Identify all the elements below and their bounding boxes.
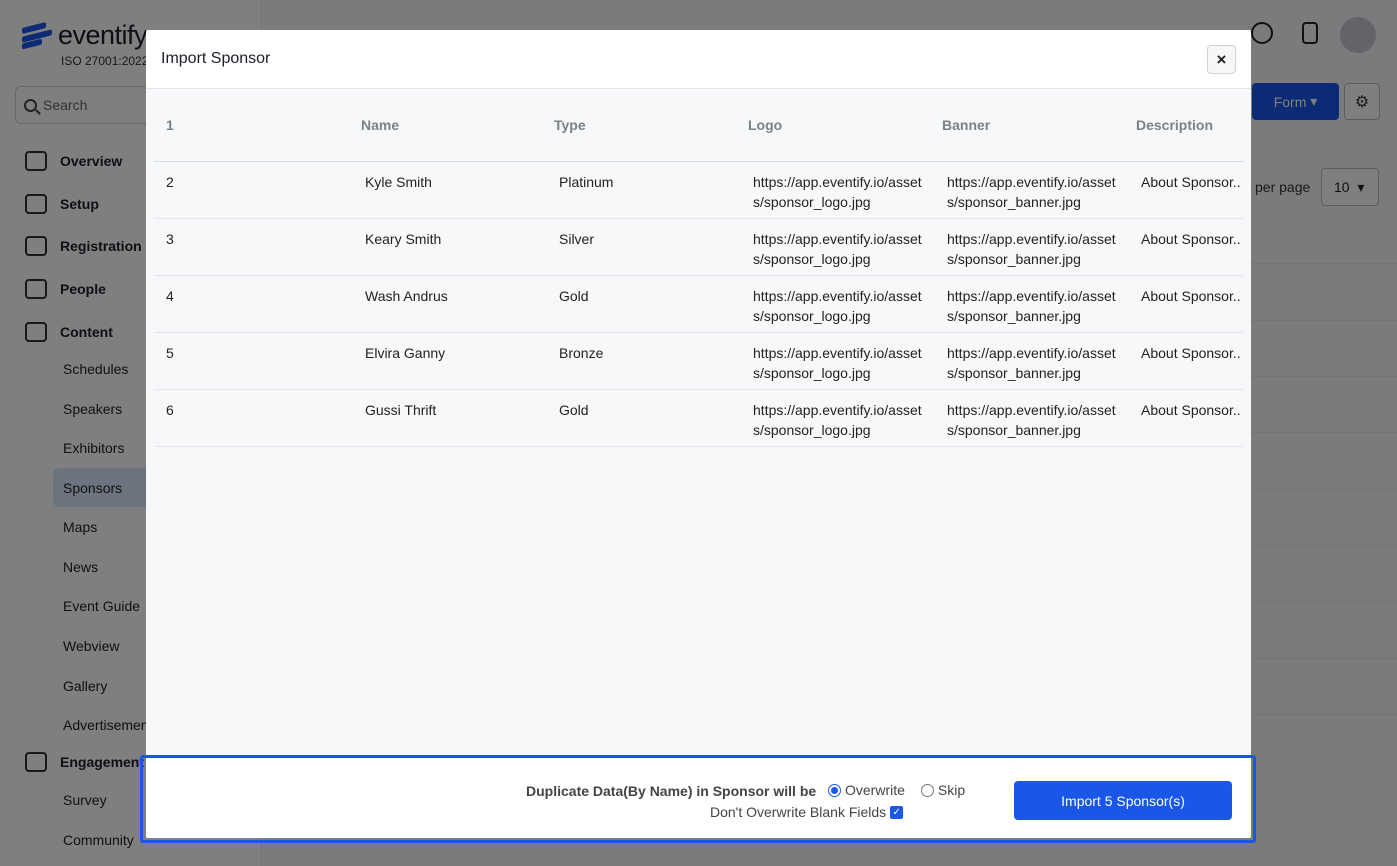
overwrite-radio[interactable] bbox=[828, 783, 841, 797]
cell-name: Gussi Thrift bbox=[365, 402, 437, 418]
blank-fields-option: Don't Overwrite Blank Fields ✓ bbox=[710, 804, 904, 820]
duplicate-option-group: Overwrite Skip bbox=[828, 782, 965, 798]
modal-title: Import Sponsor bbox=[161, 50, 271, 67]
column-header-name: Name bbox=[361, 117, 400, 133]
column-header-index: 1 bbox=[166, 117, 174, 133]
column-header-type: Type bbox=[554, 117, 586, 133]
table-row: 2 Kyle Smith Platinum https://app.eventi… bbox=[154, 162, 1244, 219]
import-sponsor-modal: Import Sponsor × 1 Name Type Logo Banner… bbox=[146, 30, 1251, 838]
cell-name: Kyle Smith bbox=[365, 174, 432, 190]
cell-name: Keary Smith bbox=[365, 231, 442, 247]
cell-description: About Sponsor.. bbox=[1141, 288, 1241, 304]
duplicate-data-label: Duplicate Data(By Name) in Sponsor will … bbox=[526, 783, 817, 799]
table-row: 3 Keary Smith Silver https://app.eventif… bbox=[154, 219, 1244, 276]
cell-type: Gold bbox=[559, 402, 589, 418]
table-header: 1 Name Type Logo Banner Description bbox=[154, 89, 1244, 162]
cell-index: 2 bbox=[166, 174, 174, 190]
overwrite-label[interactable]: Overwrite bbox=[845, 782, 905, 798]
cell-banner: https://app.eventify.io/assets/sponsor_b… bbox=[947, 174, 1116, 210]
skip-radio[interactable] bbox=[920, 783, 934, 797]
cell-type: Bronze bbox=[559, 345, 604, 361]
cell-index: 4 bbox=[166, 288, 174, 304]
cell-logo: https://app.eventify.io/assets/sponsor_l… bbox=[753, 231, 922, 267]
cell-type: Platinum bbox=[559, 174, 614, 190]
cell-banner: https://app.eventify.io/assets/sponsor_b… bbox=[947, 288, 1116, 324]
blank-fields-checkbox[interactable]: ✓ bbox=[890, 805, 904, 819]
cell-index: 3 bbox=[166, 231, 174, 247]
cell-type: Silver bbox=[559, 231, 595, 247]
column-header-description: Description bbox=[1136, 117, 1214, 133]
import-sponsors-button[interactable]: Import 5 Sponsor(s) bbox=[1014, 781, 1232, 820]
cell-description: About Sponsor.. bbox=[1141, 345, 1241, 361]
table-row: 5 Elvira Ganny Bronze https://app.eventi… bbox=[154, 333, 1244, 390]
cell-description: About Sponsor.. bbox=[1141, 231, 1241, 247]
cell-logo: https://app.eventify.io/assets/sponsor_l… bbox=[753, 288, 922, 324]
blank-fields-label: Don't Overwrite Blank Fields bbox=[710, 804, 887, 820]
table-row: 4 Wash Andrus Gold https://app.eventify.… bbox=[154, 276, 1244, 333]
cell-banner: https://app.eventify.io/assets/sponsor_b… bbox=[947, 231, 1116, 267]
cell-description: About Sponsor.. bbox=[1141, 174, 1241, 190]
close-button[interactable]: × bbox=[1207, 45, 1236, 74]
column-header-logo: Logo bbox=[748, 117, 783, 133]
cell-description: About Sponsor.. bbox=[1141, 402, 1241, 418]
column-header-banner: Banner bbox=[942, 117, 991, 133]
cell-index: 5 bbox=[166, 345, 174, 361]
import-preview-table: 1 Name Type Logo Banner Description 2 Ky… bbox=[154, 89, 1244, 447]
modal-header: Import Sponsor bbox=[146, 30, 1251, 89]
cell-type: Gold bbox=[559, 288, 589, 304]
cell-name: Wash Andrus bbox=[365, 288, 448, 304]
cell-logo: https://app.eventify.io/assets/sponsor_l… bbox=[753, 402, 922, 438]
table-row: 6 Gussi Thrift Gold https://app.eventify… bbox=[154, 390, 1244, 447]
cell-banner: https://app.eventify.io/assets/sponsor_b… bbox=[947, 345, 1116, 381]
cell-name: Elvira Ganny bbox=[365, 345, 446, 361]
skip-label[interactable]: Skip bbox=[938, 782, 965, 798]
cell-banner: https://app.eventify.io/assets/sponsor_b… bbox=[947, 402, 1116, 438]
modal-footer: Duplicate Data(By Name) in Sponsor will … bbox=[146, 757, 1251, 838]
cell-logo: https://app.eventify.io/assets/sponsor_l… bbox=[753, 174, 922, 210]
cell-index: 6 bbox=[166, 402, 174, 418]
cell-logo: https://app.eventify.io/assets/sponsor_l… bbox=[753, 345, 922, 381]
